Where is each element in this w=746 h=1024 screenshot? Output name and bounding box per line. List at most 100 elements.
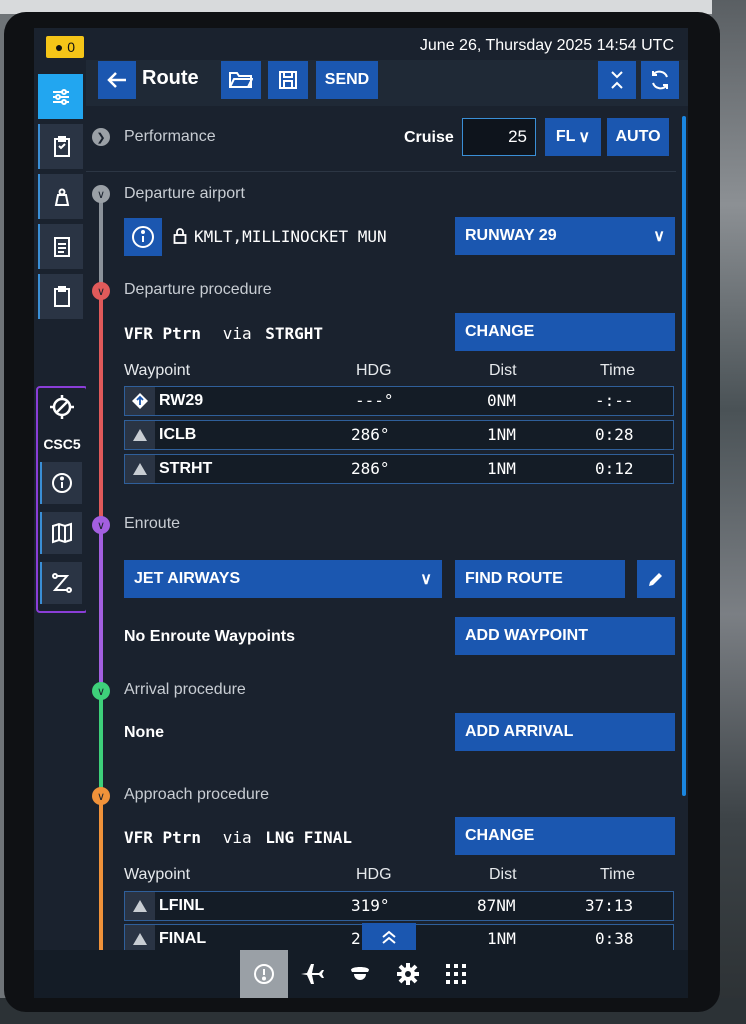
apps-button[interactable] [432,950,480,998]
pilot-button[interactable] [336,950,384,998]
arrival-procedure-value: None [124,724,164,741]
sidebar-notes-button[interactable] [38,274,83,319]
bell-icon: ● [54,39,64,55]
table-row[interactable]: STRHT 286° 1NM 0:12 [124,454,674,484]
section-divider [86,171,676,172]
sidebar-document-button[interactable] [38,224,83,269]
alert-button[interactable] [240,950,288,998]
waypoint-triangle-icon [125,421,155,449]
approach-via-value: LNG FINAL [265,828,352,847]
refresh-button[interactable] [641,61,679,99]
chevron-down-icon[interactable]: ∨ [92,516,110,534]
edit-route-button[interactable] [637,560,675,598]
performance-label: Performance [124,128,216,145]
chevron-down-icon[interactable]: ∨ [92,282,110,300]
notification-count: 0 [67,39,76,55]
open-button[interactable] [221,61,261,99]
add-waypoint-button[interactable]: ADD WAYPOINT [455,617,675,655]
find-route-button[interactable]: FIND ROUTE [455,560,625,598]
waypoint-dist: 87NM [477,896,516,915]
column-waypoint: Waypoint [124,362,191,379]
sidebar-route-button[interactable] [38,74,83,119]
waypoint-time: 0:38 [595,929,634,948]
waypoint-name: STRHT [159,460,213,477]
info-icon [52,473,72,493]
change-departure-button[interactable]: CHANGE [455,313,675,351]
change-approach-button[interactable]: CHANGE [455,817,675,855]
aircraft-route-button[interactable] [40,562,82,604]
aircraft-label: CSC5 [43,436,81,452]
timeline-airport [99,200,103,288]
sidebar-weight-button[interactable] [38,174,83,219]
approach-via-label: via [222,828,252,847]
notification-badge[interactable]: ● 0 [46,36,84,58]
collapse-expand-button[interactable] [598,61,636,99]
enroute-empty-text: No Enroute Waypoints [124,628,295,645]
runway-select[interactable]: RUNWAY 29 ∨ [455,217,675,255]
altitude-unit-value: FL [555,128,576,145]
map-icon [52,522,72,544]
chevron-down-icon[interactable]: ∨ [92,185,110,203]
timeline-approach [99,796,103,950]
efb-screen: ● 0 CSC5 June 26, Thursday 2025 14:54 UT… [34,28,688,998]
aircraft-info-button[interactable] [40,462,82,504]
airways-value: JET AIRWAYS [134,570,241,587]
save-button[interactable] [268,61,308,99]
datetime-label: June 26, Thursday 2025 14:54 UTC [419,37,674,54]
settings-button[interactable] [384,950,432,998]
info-icon [132,226,154,248]
departure-via-label: via [222,324,252,343]
column-time: Time [600,866,635,883]
add-arrival-button[interactable]: ADD ARRIVAL [455,713,675,751]
airplane-button[interactable] [288,950,336,998]
sidebar-checklist-button[interactable] [38,124,83,169]
arrow-left-icon [107,72,126,88]
folder-open-icon [229,72,253,88]
scrollbar[interactable] [682,116,686,796]
document-icon [53,236,70,257]
altitude-unit-select[interactable]: FL ∨ [545,118,601,156]
compass-icon[interactable] [38,394,86,420]
aircraft-map-button[interactable] [40,512,82,554]
departure-procedure-value: VFR Ptrn via STRGHT [124,324,323,343]
waypoint-hdg: 286° [351,459,390,478]
table-row[interactable]: ICLB 286° 1NM 0:28 [124,420,674,450]
waypoint-dist: 1NM [487,929,516,948]
waypoint-triangle-icon [125,925,155,953]
waypoint-time: -:-- [595,391,634,410]
column-time: Time [600,362,635,379]
chevron-down-icon: ∨ [578,129,591,146]
waypoint-name: ICLB [159,426,197,443]
grid-icon [446,964,466,984]
waypoint-name: RW29 [159,392,204,409]
chevron-right-icon[interactable]: ❯ [92,128,110,146]
cruise-label: Cruise [404,129,454,146]
departure-via-value: STRGHT [265,324,324,343]
timeline-arrival [99,690,103,796]
waypoint-time: 0:12 [595,459,634,478]
chevron-down-icon[interactable]: ∨ [92,682,110,700]
bottom-toolbar [34,950,688,998]
enroute-label: Enroute [124,515,181,532]
cruise-altitude-input[interactable]: 25 [462,118,536,156]
arrival-procedure-label: Arrival procedure [124,681,246,698]
column-dist: Dist [489,362,517,379]
page-title: Route [142,67,199,89]
send-button[interactable]: SEND [316,61,378,99]
chevron-down-icon[interactable]: ∨ [92,787,110,805]
waypoint-time: 37:13 [585,896,634,915]
waypoint-triangle-icon [125,892,155,920]
clipboard-icon [53,285,70,307]
auto-button[interactable]: AUTO [607,118,669,156]
table-row[interactable]: LFINL 319° 87NM 37:13 [124,891,674,921]
airport-info-button[interactable] [124,218,162,256]
waypoint-dist: 1NM [487,459,516,478]
waypoint-hdg: ---° [355,391,394,410]
departure-procedure-name: VFR Ptrn [124,324,202,343]
airways-select[interactable]: JET AIRWAYS ∨ [124,560,442,598]
table-row[interactable]: RW29 ---° 0NM -:-- [124,386,674,416]
timeline-enroute [99,524,103,690]
back-button[interactable] [98,61,136,99]
column-dist: Dist [489,866,517,883]
scroll-up-button[interactable] [362,923,416,950]
